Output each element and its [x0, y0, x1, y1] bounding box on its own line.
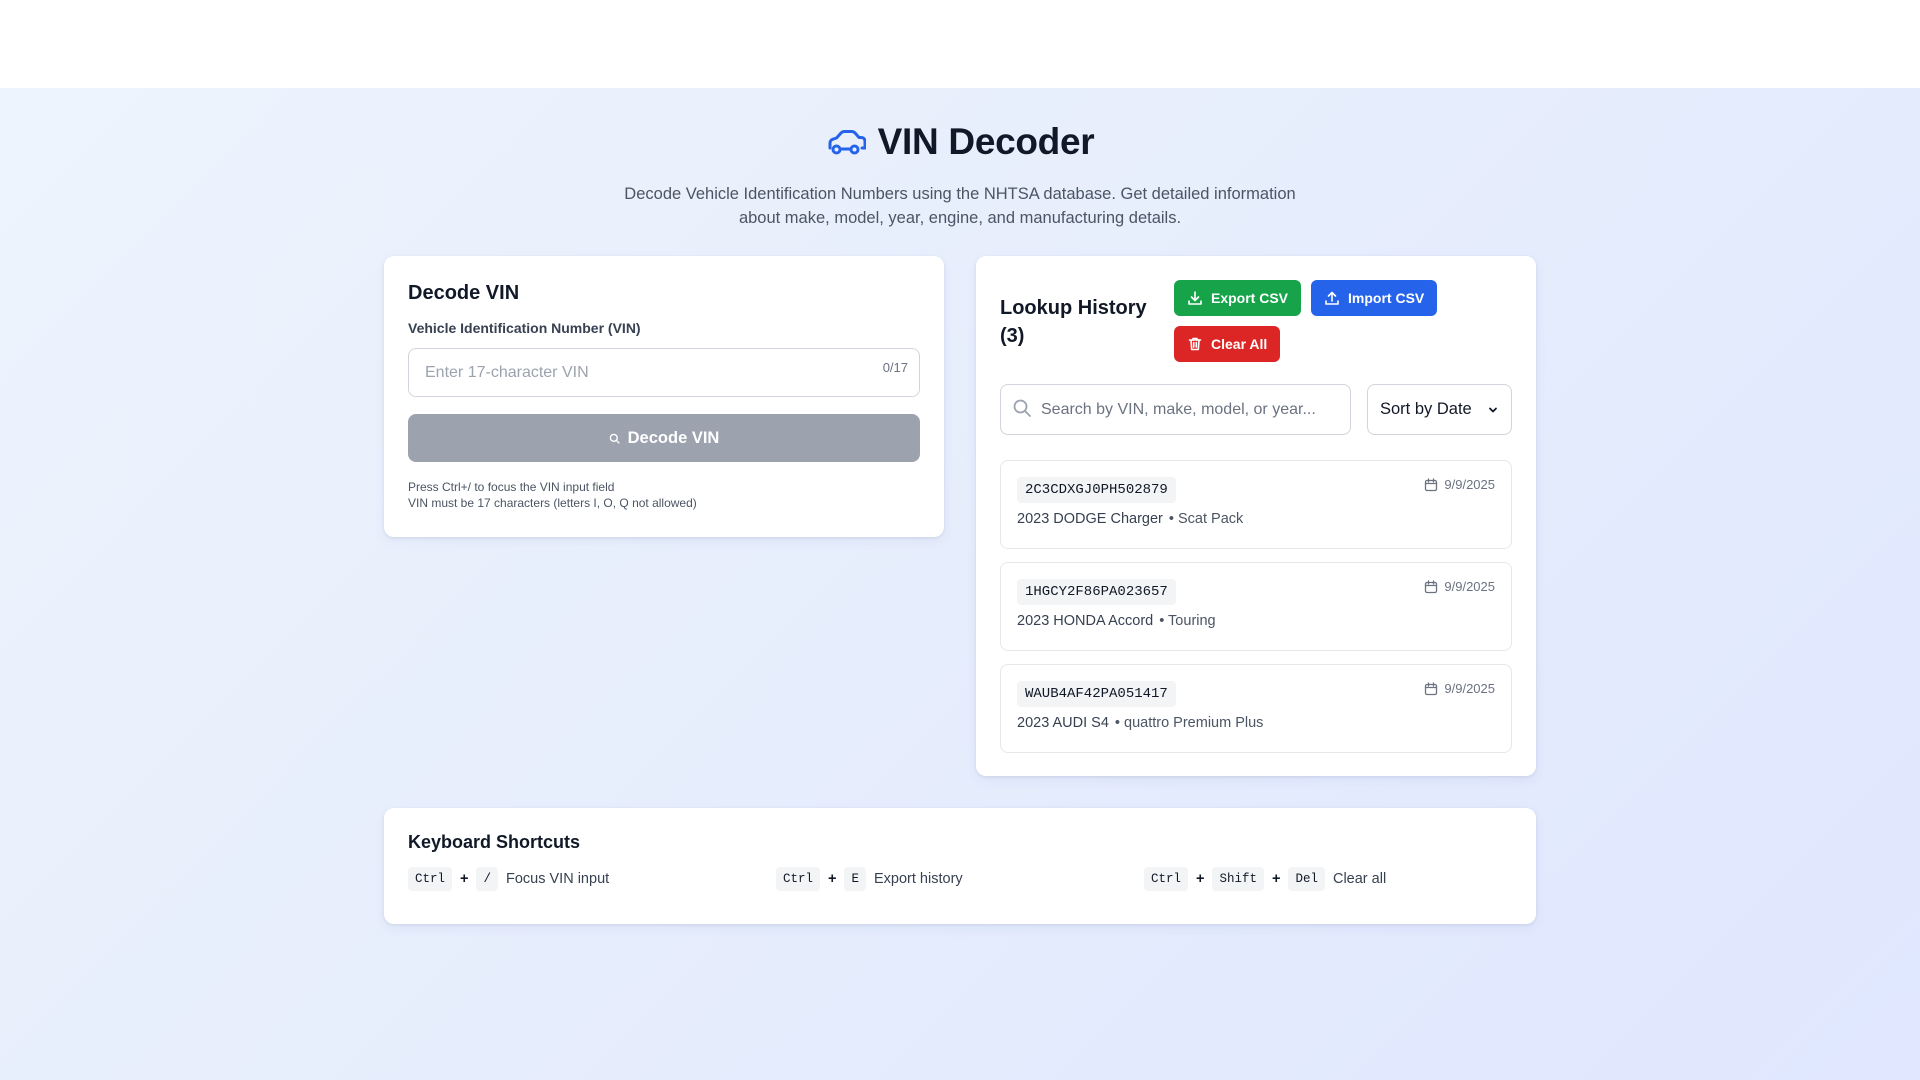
shortcut-plus: +: [1196, 871, 1205, 887]
shortcut-label: Clear all: [1332, 871, 1387, 887]
shortcut-key: E: [844, 867, 866, 891]
history-item-vehicle: 2023 DODGE Charger • Scat Pack: [1017, 511, 1495, 527]
vin-char-counter: 0/17: [882, 360, 908, 375]
shortcut-clear-all: Ctrl + Shift + Del Clear all: [1144, 867, 1512, 891]
history-item-trim: • quattro Premium Plus: [1114, 715, 1264, 731]
clear-all-button[interactable]: Clear All: [1174, 326, 1281, 362]
history-item[interactable]: 2C3CDXGJ0PH502879 9/9/2025 2023 DODGE Ch…: [1000, 460, 1512, 549]
history-item-date: 9/9/2025: [1424, 681, 1495, 696]
shortcut-list: Ctrl + / Focus VIN input Ctrl + E Export…: [408, 867, 1512, 891]
history-item-model: 2023 DODGE Charger: [1017, 511, 1163, 527]
page-header: VIN Decoder Decode Vehicle Identificatio…: [0, 120, 1920, 230]
shortcut-plus: +: [1272, 871, 1281, 887]
shortcut-plus: +: [828, 871, 837, 887]
export-csv-button[interactable]: Export CSV: [1174, 280, 1302, 316]
chevron-down-icon: [1489, 407, 1497, 412]
history-filters: Sort by Date: [1000, 384, 1512, 435]
calendar-icon: [1425, 579, 1438, 593]
shortcut-plus: +: [460, 871, 469, 887]
decode-button-label: Decode VIN: [627, 428, 720, 447]
shortcut-key: Shift: [1212, 867, 1264, 891]
history-item-trim: • Touring: [1159, 613, 1216, 629]
history-item-model: 2023 AUDI S4: [1017, 715, 1109, 731]
shortcut-key: Ctrl: [1144, 867, 1189, 891]
upload-icon: [1325, 291, 1339, 305]
download-icon: [1188, 291, 1202, 305]
decode-vin-card: Decode VIN Vehicle Identification Number…: [384, 256, 944, 537]
shortcut-key: /: [476, 867, 498, 891]
history-item-vehicle: 2023 HONDA Accord • Touring: [1017, 613, 1495, 629]
sort-selected-value: Sort by Date: [1380, 400, 1472, 418]
history-item-vin: 2C3CDXGJ0PH502879: [1017, 477, 1176, 503]
history-item[interactable]: 1HGCY2F86PA023657 9/9/2025 2023 HONDA Ac…: [1000, 562, 1512, 651]
history-list: 2C3CDXGJ0PH502879 9/9/2025 2023 DODGE Ch…: [1000, 460, 1512, 753]
clear-all-label: Clear All: [1211, 336, 1268, 352]
search-icon: [609, 433, 620, 444]
keyboard-shortcuts-card: Keyboard Shortcuts Ctrl + / Focus VIN in…: [384, 808, 1536, 924]
calendar-icon: [1425, 681, 1438, 695]
shortcut-label: Focus VIN input: [506, 871, 610, 887]
calendar-icon: [1425, 477, 1438, 491]
history-item-date-text: 9/9/2025: [1444, 477, 1495, 492]
vin-field-label: Vehicle Identification Number (VIN): [408, 320, 641, 336]
history-item-vin: 1HGCY2F86PA023657: [1017, 579, 1176, 605]
history-item-date: 9/9/2025: [1424, 477, 1495, 492]
page-subtitle: Decode Vehicle Identification Numbers us…: [624, 185, 1296, 227]
shortcut-export: Ctrl + E Export history: [776, 867, 1144, 891]
trash-icon: [1188, 337, 1202, 351]
export-csv-label: Export CSV: [1211, 290, 1289, 306]
title-row: VIN Decoder: [0, 120, 1920, 164]
shortcut-label: Export history: [874, 871, 963, 887]
history-item-vin: WAUB4AF42PA051417: [1017, 681, 1176, 707]
history-item[interactable]: WAUB4AF42PA051417 9/9/2025 2023 AUDI S4 •…: [1000, 664, 1512, 753]
shortcut-key: Ctrl: [408, 867, 453, 891]
decode-hints: Press Ctrl+/ to focus the VIN input fiel…: [408, 479, 920, 511]
decode-vin-button[interactable]: Decode VIN: [408, 414, 920, 462]
history-title: Lookup History (3): [1000, 297, 1147, 347]
search-icon: [1013, 399, 1031, 417]
history-item-vehicle: 2023 AUDI S4 • quattro Premium Plus: [1017, 715, 1495, 731]
page-title: VIN Decoder: [877, 121, 1095, 162]
history-item-date-text: 9/9/2025: [1444, 681, 1495, 696]
sort-select[interactable]: Sort by Date: [1367, 384, 1512, 435]
decode-heading: Decode VIN: [408, 282, 520, 304]
history-header: Lookup History (3) Export CSV Import CSV…: [1000, 280, 1512, 362]
shortcuts-heading: Keyboard Shortcuts: [408, 832, 581, 852]
history-actions: Export CSV Import CSV Clear All: [1174, 280, 1474, 362]
hint-rules: VIN must be 17 characters (letters I, O,…: [408, 496, 697, 510]
vin-input[interactable]: [408, 348, 920, 397]
history-item-trim: • Scat Pack: [1168, 511, 1244, 527]
shortcut-focus-vin: Ctrl + / Focus VIN input: [408, 867, 776, 891]
history-item-date: 9/9/2025: [1424, 579, 1495, 594]
shortcut-key: Ctrl: [776, 867, 821, 891]
history-item-model: 2023 HONDA Accord: [1017, 613, 1154, 629]
hint-shortcut: Press Ctrl+/ to focus the VIN input fiel…: [408, 480, 615, 494]
shortcut-key: Del: [1288, 867, 1325, 891]
history-search-wrapper: [1000, 384, 1351, 435]
history-search-input[interactable]: [1000, 384, 1351, 435]
lookup-history-card: Lookup History (3) Export CSV Import CSV…: [976, 256, 1536, 776]
import-csv-button[interactable]: Import CSV: [1311, 280, 1438, 316]
history-item-date-text: 9/9/2025: [1444, 579, 1495, 594]
page-background: [0, 88, 1920, 1080]
vin-input-wrapper: 0/17: [408, 348, 920, 397]
car-icon: [828, 130, 866, 155]
import-csv-label: Import CSV: [1348, 290, 1425, 306]
